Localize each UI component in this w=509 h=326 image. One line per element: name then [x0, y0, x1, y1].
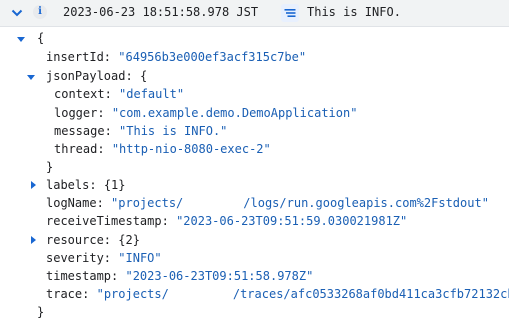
field-trace[interactable]: trace: "projects/ /traces/afc0533268af0bd…	[46, 285, 509, 304]
field-key: message:	[54, 124, 112, 138]
field-key: logger:	[54, 106, 105, 120]
field-value: "2023-06-23T09:51:58.978Z"	[125, 269, 314, 283]
payload-field-context[interactable]: context: "default"	[54, 85, 184, 104]
collapsed-count: {2}	[118, 233, 140, 247]
field-value-start: "projects/	[96, 287, 169, 301]
field-resource[interactable]: resource: {2}	[46, 231, 140, 250]
field-labels[interactable]: labels: {1}	[46, 176, 126, 195]
root-close-brace: }	[37, 305, 45, 319]
field-logName[interactable]: logName: "projects/ /logs/run.googleapis.…	[46, 194, 489, 213]
field-severity[interactable]: severity: "INFO"	[46, 249, 162, 268]
field-key: resource:	[46, 233, 112, 247]
field-receiveTimestamp[interactable]: receiveTimestamp: "2023-06-23T09:51:59.0…	[46, 212, 407, 231]
payload-field-message[interactable]: message: "This is INFO."	[54, 122, 227, 141]
caret-right-icon[interactable]	[28, 180, 38, 190]
payload-field-thread[interactable]: thread: "http-nio-8080-exec-2"	[54, 140, 271, 159]
field-key: severity:	[46, 251, 112, 265]
field-timestamp[interactable]: timestamp: "2023-06-23T09:51:58.978Z"	[46, 267, 313, 286]
field-value: "com.example.demo.DemoApplication"	[111, 106, 358, 120]
field-key: trace:	[46, 287, 90, 301]
field-value: "default"	[119, 87, 185, 101]
field-key: insertId:	[46, 50, 112, 64]
field-value: "This is INFO."	[119, 124, 228, 138]
field-key: labels:	[46, 178, 97, 192]
field-value: "http-nio-8080-exec-2"	[111, 142, 271, 156]
caret-down-icon[interactable]	[16, 34, 26, 44]
field-key: logName:	[46, 196, 104, 210]
field-value-end: /logs/run.googleapis.com%2Fstdout"	[243, 196, 489, 210]
field-insertId[interactable]: insertId: "64956b3e000ef3acf315c7be"	[46, 48, 306, 67]
field-key: context:	[54, 87, 112, 101]
field-jsonPayload[interactable]: jsonPayload: {	[46, 67, 147, 86]
field-value-start: "projects/	[111, 196, 184, 210]
jsonPayload-close-brace: }	[46, 160, 54, 174]
field-value: "64956b3e000ef3acf315c7be"	[118, 50, 307, 64]
field-key: thread:	[54, 142, 105, 156]
field-key: receiveTimestamp:	[46, 214, 169, 228]
caret-down-icon[interactable]	[26, 72, 36, 82]
log-summary-message: This is INFO.	[307, 5, 401, 19]
log-entry-header[interactable]: i 2023-06-23 18:51:58.978 JST This is IN…	[0, 0, 509, 27]
collapsed-count: {1}	[103, 178, 126, 192]
chevron-down-icon[interactable]	[11, 7, 23, 19]
field-key: jsonPayload:	[46, 69, 133, 83]
caret-right-icon[interactable]	[28, 235, 38, 245]
summary-lines-icon[interactable]	[281, 4, 299, 22]
log-timestamp: 2023-06-23 18:51:58.978 JST	[63, 5, 259, 19]
info-icon: i	[33, 5, 47, 19]
field-value-end: /traces/afc0533268af0bd411ca3cfb72132cb3…	[232, 287, 509, 301]
root-open-brace: {	[37, 31, 45, 45]
field-value: "2023-06-23T09:51:59.030021981Z"	[176, 214, 408, 228]
payload-field-logger[interactable]: logger: "com.example.demo.DemoApplicatio…	[54, 104, 357, 123]
field-value: "INFO"	[118, 251, 162, 265]
field-key: timestamp:	[46, 269, 119, 283]
